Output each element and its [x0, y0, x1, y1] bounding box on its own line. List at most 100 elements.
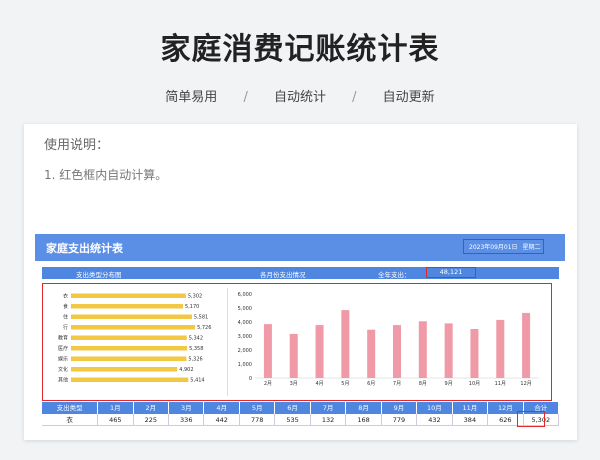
table-cell: 442: [204, 414, 240, 426]
y-tick-label: 5,000: [238, 306, 252, 312]
y-tick-label: 2,000: [238, 348, 252, 354]
column-header: 11月: [452, 402, 489, 414]
total-cell-highlight: [517, 411, 545, 427]
feature-list: 简单易用 / 自动统计 / 自动更新: [0, 86, 600, 105]
bar: [496, 319, 505, 378]
value-label: 5,170: [185, 304, 199, 310]
column-header: 4月: [204, 402, 240, 414]
usage-title: 使用说明：: [44, 138, 110, 153]
separator: /: [352, 90, 357, 105]
bar: [71, 356, 187, 361]
bar: [315, 325, 324, 378]
column-header: 10月: [417, 402, 453, 414]
y-tick-label: 1,000: [238, 362, 252, 368]
category-label: 娱乐: [58, 356, 68, 363]
left-chart-label: 支出类型分布图: [76, 271, 122, 279]
date-box: 2023年09月01日 星期二: [463, 239, 544, 254]
right-chart-label: 各月份支出情况: [260, 271, 306, 279]
category-label: 行: [63, 324, 68, 331]
value-label: 5,726: [197, 325, 211, 331]
x-tick-label: 10月: [469, 381, 480, 387]
table-cell: 384: [452, 414, 489, 426]
x-tick-label: 9月: [445, 381, 453, 387]
category-label: 教育: [58, 335, 68, 342]
bar: [71, 314, 192, 319]
value-label: 5,414: [190, 378, 204, 384]
bar: [444, 323, 453, 378]
value-label: 5,302: [188, 294, 202, 300]
bar: [263, 324, 272, 378]
table-cell: 432: [417, 414, 453, 426]
feature-item: 简单易用: [165, 90, 218, 105]
feature-item: 自动更新: [382, 90, 435, 105]
preview-card: 使用说明： 1. 红色框内自动计算。 家庭支出统计表 2023年09月01日 星期…: [24, 124, 577, 440]
x-tick-label: 7月: [393, 381, 401, 387]
bar: [71, 335, 187, 340]
y-tick-label: 6,000: [238, 292, 252, 298]
bar: [418, 321, 427, 378]
bar: [470, 329, 479, 378]
page-title: 家庭消费记账统计表: [160, 32, 440, 67]
separator: /: [243, 90, 248, 105]
bar: [367, 329, 376, 378]
annual-label: 全年支出：: [378, 271, 411, 279]
column-header: 9月: [381, 402, 418, 414]
weekday-text: 星期二: [522, 244, 541, 251]
table-cell: 168: [346, 414, 382, 426]
bar: [522, 312, 531, 378]
table-cell: 535: [275, 414, 311, 426]
bar: [71, 367, 178, 372]
column-header: 3月: [169, 402, 205, 414]
table-header-row: 支出类型 1月 2月 3月 4月 5月 6月 7月 8月 9月 10月 11月 12月 合计: [42, 402, 560, 414]
value-label: 4,902: [179, 367, 193, 373]
spreadsheet-preview: 家庭支出统计表 2023年09月01日 星期二 支出类型分布图 各月份支出情况 全…: [35, 234, 565, 432]
date-text: 2023年09月01日: [469, 244, 518, 251]
category-label: 文化: [58, 366, 68, 373]
usage-item: 1. 红色框内自动计算。: [44, 168, 168, 182]
expense-table: 支出类型 1月 2月 3月 4月 5月 6月 7月 8月 9月 10月 11月 12月 合计衣 465 225…: [42, 402, 560, 426]
bar: [71, 346, 188, 351]
bar: [289, 333, 298, 378]
y-tick-label: 3,000: [238, 334, 252, 340]
table-cell: 132: [310, 414, 347, 426]
table-row: 衣 465 225 336 442 778 535 132 168 779 432 384 626 5,3…: [42, 414, 560, 426]
table-cell: 465: [98, 414, 134, 426]
sheet-header: 家庭支出统计表 2023年09月01日 星期二: [35, 234, 565, 261]
bar: [71, 293, 186, 298]
column-header: 6月: [275, 402, 311, 414]
value-label: 5,326: [188, 357, 202, 363]
bar: [71, 304, 184, 309]
feature-item: 自动统计: [273, 90, 326, 105]
table-cell: 衣: [42, 414, 99, 426]
value-label: 5,581: [194, 315, 208, 321]
x-tick-label: 6月: [367, 381, 375, 387]
monthly-expense-chart: 0 1,000 2,000 3,000 4,000 5,000 6,000 2月 3月 4月 5月 6…: [238, 292, 539, 387]
category-label: 衣: [63, 293, 68, 300]
bar: [71, 377, 189, 382]
bar: [341, 310, 350, 378]
x-tick-label: 12月: [520, 381, 531, 387]
category-label: 医疗: [58, 345, 68, 352]
category-label: 其他: [58, 377, 68, 384]
table-cell: 336: [169, 414, 205, 426]
column-header: 5月: [239, 402, 276, 414]
column-header: 2月: [133, 402, 170, 414]
column-header: 1月: [98, 402, 134, 414]
column-header: 支出类型: [42, 402, 99, 414]
chart-header-bar: 支出类型分布图 各月份支出情况 全年支出： 48,121: [42, 267, 559, 279]
category-label: 食: [63, 303, 68, 310]
y-tick-label: 0: [249, 376, 252, 382]
table-cell: 778: [239, 414, 276, 426]
x-tick-label: 4月: [315, 381, 323, 387]
column-header: 8月: [346, 402, 382, 414]
x-tick-label: 2月: [264, 381, 272, 387]
x-tick-label: 8月: [419, 381, 427, 387]
type-distribution-chart: 衣 5,302 食 5,170 住 5,581 行 5,726 教育 5,342 医疗 5,358 娱乐…: [58, 288, 228, 396]
charts-box: 衣 5,302 食 5,170 住 5,581 行 5,726 教育 5,342 医疗 5,358 娱乐…: [42, 283, 552, 401]
y-tick-label: 4,000: [238, 320, 252, 326]
column-header: 7月: [310, 402, 347, 414]
x-tick-label: 11月: [495, 381, 506, 387]
category-label: 住: [63, 314, 68, 321]
table-cell: 779: [381, 414, 418, 426]
bar: [71, 325, 196, 330]
